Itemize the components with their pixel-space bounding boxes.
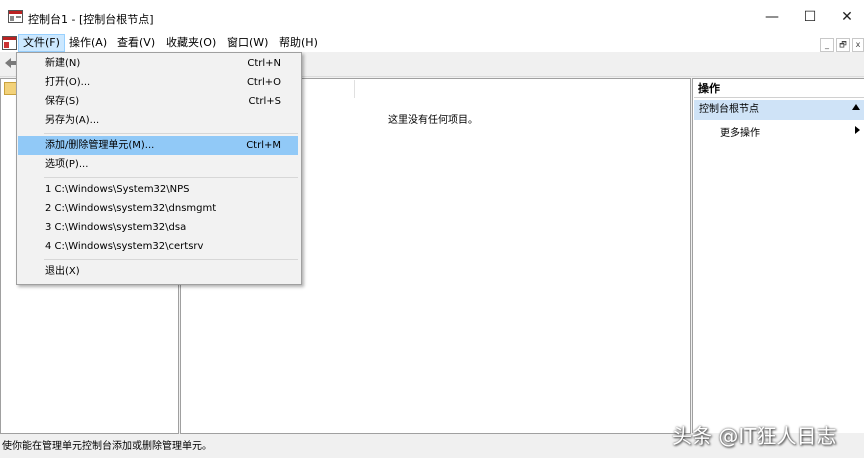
- mdi-minimize-button[interactable]: _: [820, 38, 834, 52]
- watermark: 头条 @IT狂人日志: [672, 424, 837, 448]
- menu-separator: [44, 177, 298, 178]
- menu-separator: [44, 259, 298, 260]
- menu-help[interactable]: 帮助(H): [275, 34, 322, 52]
- menu-item-exit[interactable]: 退出(X): [18, 262, 298, 281]
- menu-item-shortcut: Ctrl+S: [248, 96, 281, 107]
- menu-item-new[interactable]: 新建(N) Ctrl+N: [18, 54, 298, 73]
- close-button[interactable]: ✕: [832, 4, 862, 30]
- menu-action[interactable]: 操作(A): [65, 34, 111, 52]
- menu-item-shortcut: Ctrl+O: [246, 77, 281, 88]
- menu-item-label: 选项(P)...: [45, 159, 89, 170]
- status-text: 使你能在管理单元控制台添加或删除管理单元。: [2, 441, 212, 452]
- menu-item-label: 添加/删除管理单元(M)...: [45, 140, 155, 151]
- menu-item-recent-1[interactable]: 1 C:\Windows\System32\NPS: [18, 180, 298, 199]
- menu-window[interactable]: 窗口(W): [223, 34, 272, 52]
- menu-view[interactable]: 查看(V): [113, 34, 159, 52]
- collapse-up-icon[interactable]: [852, 104, 860, 110]
- menu-item-recent-3[interactable]: 3 C:\Windows\system32\dsa: [18, 218, 298, 237]
- minimize-button[interactable]: —: [757, 4, 787, 30]
- menu-item-label: 另存为(A)...: [45, 115, 100, 126]
- column-header-divider[interactable]: [354, 80, 355, 98]
- submenu-arrow-icon: [855, 126, 860, 134]
- mmc-app-icon[interactable]: [8, 10, 23, 23]
- menu-item-save[interactable]: 保存(S) Ctrl+S: [18, 92, 298, 111]
- menu-item-label: 打开(O)...: [45, 77, 91, 88]
- empty-list-message: 这里没有任何项目。: [388, 115, 478, 126]
- window-title: 控制台1 - [控制台根节点]: [28, 13, 154, 26]
- menu-item-label: 3 C:\Windows\system32\dsa: [45, 222, 187, 233]
- menu-item-recent-2[interactable]: 2 C:\Windows\system32\dnsmgmt: [18, 199, 298, 218]
- more-actions-item[interactable]: 更多操作: [720, 124, 760, 139]
- menu-item-label: 2 C:\Windows\system32\dnsmgmt: [45, 203, 217, 214]
- menu-item-label: 保存(S): [45, 96, 80, 107]
- menu-separator: [44, 133, 298, 134]
- menu-item-label: 新建(N): [45, 58, 81, 69]
- mdi-restore-button[interactable]: 🗗: [836, 38, 850, 52]
- menu-item-recent-4[interactable]: 4 C:\Windows\system32\certsrv: [18, 237, 298, 256]
- menu-item-label: 4 C:\Windows\system32\certsrv: [45, 241, 204, 252]
- actions-pane-title: 操作: [694, 80, 864, 98]
- actions-pane: [692, 78, 864, 433]
- menu-item-save-as[interactable]: 另存为(A)...: [18, 111, 298, 130]
- menu-item-label: 退出(X): [45, 266, 80, 277]
- menu-item-shortcut: Ctrl+M: [246, 140, 281, 151]
- menu-item-options[interactable]: 选项(P)...: [18, 155, 298, 174]
- console-system-menu-icon[interactable]: [2, 36, 17, 50]
- menu-item-open[interactable]: 打开(O)... Ctrl+O: [18, 73, 298, 92]
- menu-item-label: 1 C:\Windows\System32\NPS: [45, 184, 190, 195]
- maximize-button[interactable]: ☐: [795, 4, 825, 30]
- mdi-close-button[interactable]: x: [852, 38, 864, 52]
- menu-item-add-remove-snapin[interactable]: 添加/删除管理单元(M)... Ctrl+M: [18, 136, 298, 155]
- menu-item-shortcut: Ctrl+N: [247, 58, 281, 69]
- menu-file[interactable]: 文件(F): [18, 34, 65, 52]
- actions-root-node-header[interactable]: 控制台根节点: [694, 100, 864, 120]
- menu-favorites[interactable]: 收藏夹(O): [162, 34, 220, 52]
